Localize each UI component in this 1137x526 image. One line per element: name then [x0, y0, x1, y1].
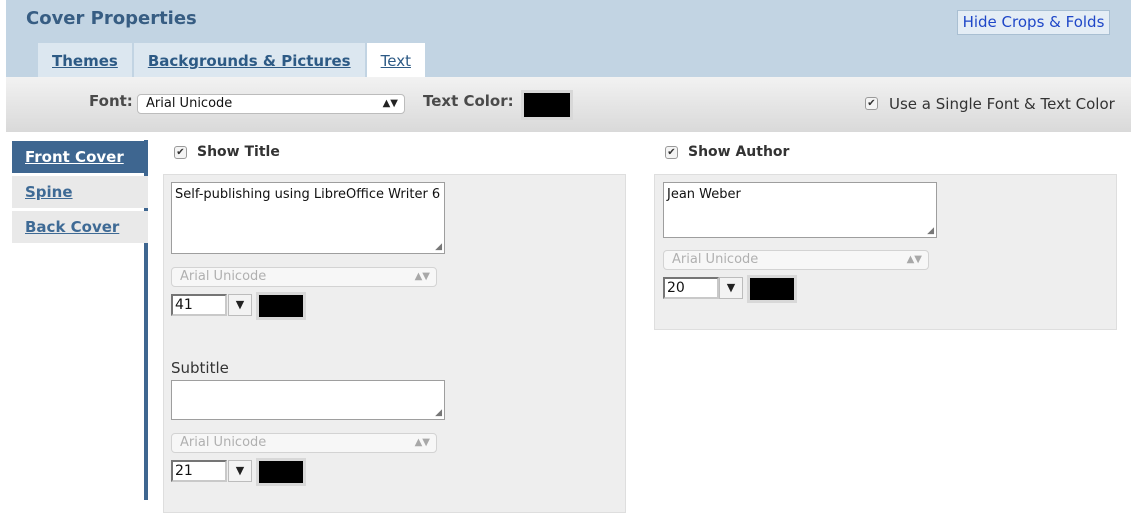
triangle-down-icon[interactable]: ▼: [228, 294, 252, 316]
single-font-label: Use a Single Font & Text Color: [889, 95, 1115, 113]
title-size-input[interactable]: 41: [171, 294, 227, 316]
title-text: Self-publishing using LibreOffice Writer…: [175, 187, 441, 202]
subtitle-size-input[interactable]: 21: [171, 460, 227, 482]
hide-crops-folds-button[interactable]: Hide Crops & Folds: [957, 10, 1110, 35]
tab-text[interactable]: Text: [366, 43, 425, 77]
tab-bar: Themes Backgrounds & Pictures Text: [38, 43, 427, 77]
tab-themes[interactable]: Themes: [38, 43, 132, 77]
subtitle-label: Subtitle: [171, 359, 229, 377]
title-textarea[interactable]: Self-publishing using LibreOffice Writer…: [171, 182, 445, 254]
title-color-swatch: [259, 295, 303, 317]
text-color-swatch-frame[interactable]: [521, 90, 573, 120]
updown-arrows-icon: ▲▼: [906, 254, 922, 265]
show-title-checkbox[interactable]: ✔: [174, 146, 187, 159]
author-color-frame[interactable]: [747, 275, 797, 303]
subtitle-textarea[interactable]: ◢: [171, 380, 445, 420]
author-text: Jean Weber: [667, 187, 741, 202]
resize-handle-icon[interactable]: ◢: [927, 226, 934, 236]
font-label: Font:: [89, 92, 133, 110]
nav-back-cover[interactable]: Back Cover: [12, 211, 148, 243]
resize-handle-icon[interactable]: ◢: [435, 242, 442, 252]
triangle-down-icon[interactable]: ▼: [228, 460, 252, 482]
tab-backgrounds-pictures[interactable]: Backgrounds & Pictures: [133, 43, 365, 77]
title-panel: Self-publishing using LibreOffice Writer…: [163, 174, 626, 513]
author-color-swatch: [750, 278, 794, 300]
show-author-label: Show Author: [688, 144, 790, 160]
author-font-select[interactable]: Arial Unicode ▲▼: [663, 250, 929, 270]
font-select[interactable]: Arial Unicode ▲▼: [137, 94, 405, 114]
nav-spine[interactable]: Spine: [12, 176, 148, 208]
cover-properties-header: Cover Properties Hide Crops & Folds Them…: [6, 0, 1131, 77]
text-color-label: Text Color:: [423, 92, 514, 110]
checkmark-icon: ✔: [176, 147, 185, 158]
title-font-value: Arial Unicode: [180, 269, 267, 284]
show-author-checkbox[interactable]: ✔: [665, 146, 678, 159]
font-select-value: Arial Unicode: [146, 96, 233, 111]
nav-front-cover[interactable]: Front Cover: [12, 141, 148, 173]
title-color-frame[interactable]: [256, 292, 306, 320]
text-color-swatch: [524, 93, 570, 117]
checkmark-icon: ✔: [667, 147, 676, 158]
title-font-select[interactable]: Arial Unicode ▲▼: [171, 267, 437, 287]
author-font-value: Arial Unicode: [672, 252, 759, 267]
font-toolbar: Font: Arial Unicode ▲▼ Text Color: ✔ Use…: [6, 77, 1131, 132]
show-title-label: Show Title: [197, 144, 280, 160]
author-size-input[interactable]: 20: [663, 277, 719, 299]
subtitle-font-select[interactable]: Arial Unicode ▲▼: [171, 433, 437, 453]
single-font-checkbox[interactable]: ✔: [865, 97, 878, 110]
updown-arrows-icon: ▲▼: [382, 98, 398, 109]
updown-arrows-icon: ▲▼: [414, 271, 430, 282]
cover-section-nav: Front Cover Spine Back Cover: [12, 140, 148, 500]
subtitle-color-swatch: [259, 461, 303, 483]
author-textarea[interactable]: Jean Weber ◢: [663, 182, 937, 238]
resize-handle-icon[interactable]: ◢: [435, 408, 442, 418]
author-panel: Jean Weber ◢ Arial Unicode ▲▼ 20 ▼: [654, 174, 1117, 330]
subtitle-font-value: Arial Unicode: [180, 435, 267, 450]
triangle-down-icon[interactable]: ▼: [719, 277, 743, 299]
checkmark-icon: ✔: [867, 98, 876, 109]
subtitle-color-frame[interactable]: [256, 458, 306, 486]
page-title: Cover Properties: [26, 8, 197, 29]
updown-arrows-icon: ▲▼: [414, 437, 430, 448]
